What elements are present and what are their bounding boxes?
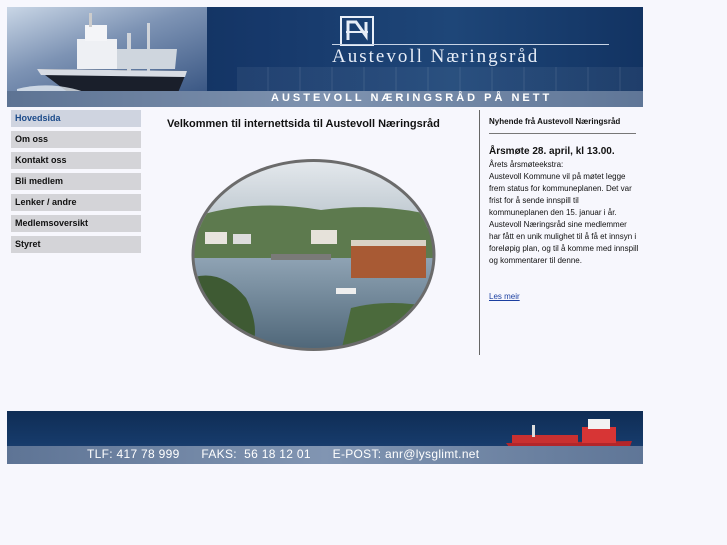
page-title: Velkommen til internettsida til Austevol… bbox=[167, 118, 440, 130]
news-item-title: Årsmøte 28. april, kl 13.00. bbox=[489, 146, 615, 157]
read-more-link[interactable]: Les meir bbox=[489, 291, 520, 303]
brand-name: Austevoll Næringsråd bbox=[332, 46, 540, 67]
sidebar-nav: Hovedsida Om oss Kontakt oss Bli medlem … bbox=[11, 110, 141, 257]
harbour-photo bbox=[191, 159, 436, 351]
footer-banner: TLF: 417 78 999 FAKS: 56 18 12 01 E-POST… bbox=[7, 411, 643, 464]
news-column: Nyhende frå Austevoll Næringsråd Årsmøte… bbox=[489, 115, 639, 303]
nav-item-bli-medlem[interactable]: Bli medlem bbox=[11, 173, 141, 190]
logo-underline bbox=[332, 44, 609, 45]
column-divider bbox=[479, 110, 480, 355]
tagline-bar: AUSTEVOLL NÆRINGSRÅD PÅ NETT bbox=[7, 91, 643, 107]
footer-contact-bar: TLF: 417 78 999 FAKS: 56 18 12 01 E-POST… bbox=[7, 446, 643, 464]
page: Austevoll Næringsråd AUSTEVOLL NÆRINGSRÅ… bbox=[7, 7, 643, 464]
news-heading: Nyhende frå Austevoll Næringsråd bbox=[489, 117, 621, 126]
nav-item-lenker[interactable]: Lenker / andre bbox=[11, 194, 141, 211]
nav-item-om-oss[interactable]: Om oss bbox=[11, 131, 141, 148]
nav-item-medlemsoversikt[interactable]: Medlemsoversikt bbox=[11, 215, 141, 232]
header-banner: Austevoll Næringsråd AUSTEVOLL NÆRINGSRÅ… bbox=[7, 7, 643, 107]
footer-contact: TLF: 417 78 999 FAKS: 56 18 12 01 E-POST… bbox=[87, 447, 480, 461]
news-item-body: Austevoll Kommune vil på møtet legge fre… bbox=[489, 172, 639, 265]
nav-item-kontakt-oss[interactable]: Kontakt oss bbox=[11, 152, 141, 169]
logo-icon bbox=[340, 16, 374, 46]
nav-item-styret[interactable]: Styret bbox=[11, 236, 141, 253]
tagline: AUSTEVOLL NÆRINGSRÅD PÅ NETT bbox=[271, 92, 553, 104]
nav-item-hovedsida[interactable]: Hovedsida bbox=[11, 110, 141, 127]
news-divider bbox=[489, 133, 636, 134]
news-item-intro: Årets årsmøteekstra: bbox=[489, 160, 564, 169]
